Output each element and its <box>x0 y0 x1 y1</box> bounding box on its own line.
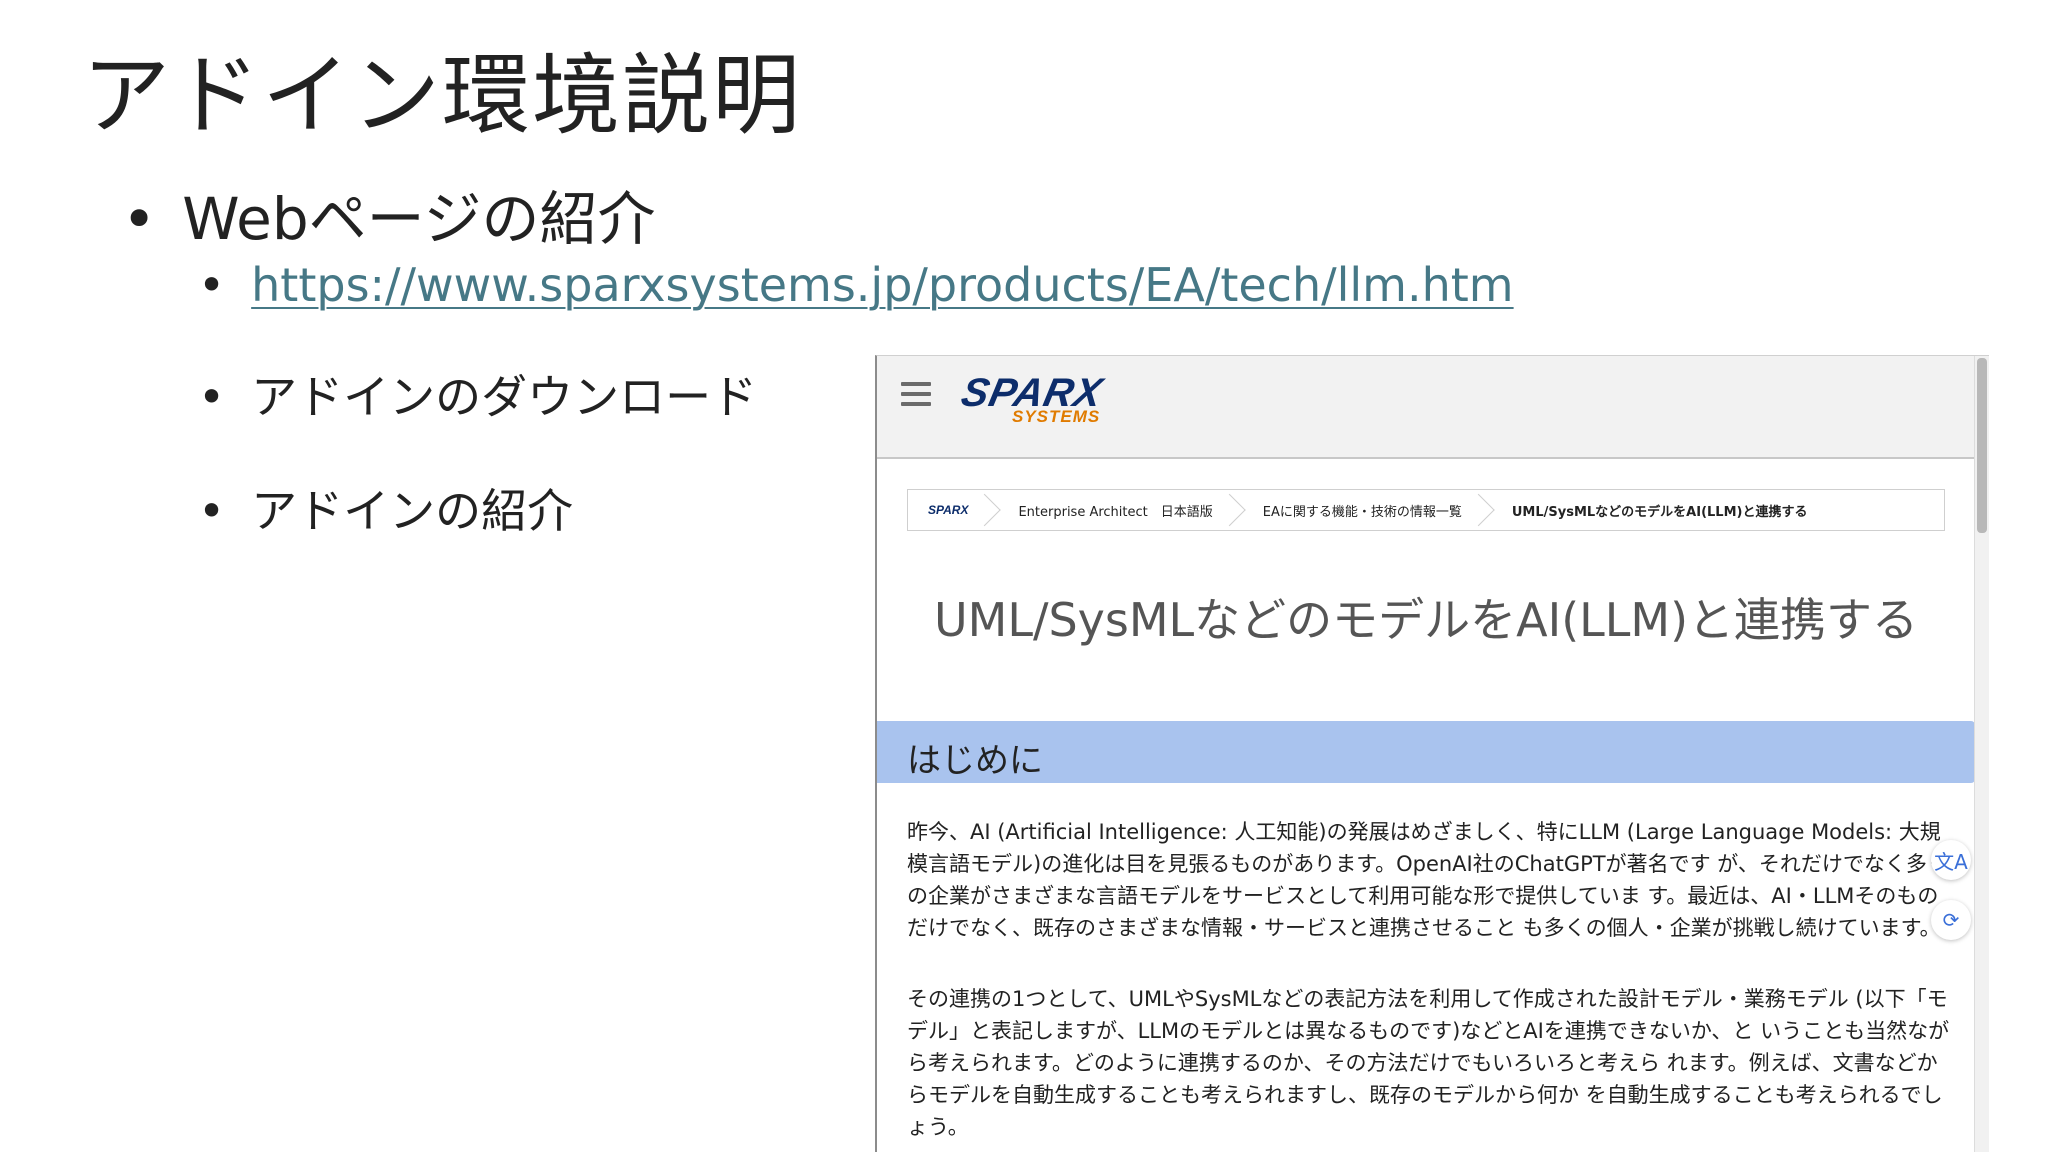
paragraph-1: 昨今、AI (Artificial Intelligence: 人工知能)の発展… <box>907 820 1948 940</box>
bullet-dot: • <box>122 185 157 253</box>
sparx-logo[interactable]: SPARX SYSTEMS <box>957 371 1172 431</box>
section-title: はじめに <box>907 741 1043 781</box>
breadcrumb-item-home[interactable]: SPARX <box>908 490 998 530</box>
breadcrumb: SPARX Enterprise Architect 日本語版 EAに関する機能… <box>907 489 1945 531</box>
breadcrumb-item-ea[interactable]: Enterprise Architect 日本語版 <box>998 490 1242 530</box>
webpage-screenshot: SPARX SYSTEMS SPARX Enterprise Architect… <box>875 355 1989 1152</box>
bullet-webpage-intro: • Webページの紹介 <box>122 185 656 253</box>
bullet-dot: • <box>198 484 226 538</box>
page-scrollbar[interactable] <box>1974 356 1989 1152</box>
section-header: はじめに <box>877 721 1975 783</box>
assistant-icon[interactable]: ⟳ <box>1931 900 1971 940</box>
breadcrumb-item-tech-list[interactable]: EAに関する機能・技術の情報一覧 <box>1243 490 1492 530</box>
translate-icon[interactable]: 文A <box>1931 840 1971 880</box>
webpage-link[interactable]: https://www.sparxsystems.jp/products/EA/… <box>251 258 1513 312</box>
hamburger-menu-icon[interactable] <box>901 382 931 412</box>
logo-sub-text: SYSTEMS <box>1012 407 1101 426</box>
bullet-addin-intro: • アドインの紹介 <box>198 486 573 537</box>
bullet-addin-download-text: アドインのダウンロード <box>251 370 758 424</box>
bullet-link: • https://www.sparxsystems.jp/products/EA… <box>198 260 1514 311</box>
bullet-webpage-intro-text: Webページの紹介 <box>182 185 656 253</box>
site-header: SPARX SYSTEMS <box>877 356 1975 459</box>
bullet-dot: • <box>198 370 226 424</box>
bullet-addin-intro-text: アドインの紹介 <box>251 484 574 538</box>
slide-title: アドイン環境説明 <box>82 44 803 147</box>
breadcrumb-logo: SPARX <box>928 503 969 517</box>
page-heading: UML/SysMLなどのモデルをAI(LLM)と連携する <box>933 593 1919 647</box>
scrollbar-thumb[interactable] <box>1977 358 1987 533</box>
paragraph-2: その連携の1つとして、UMLやSysMLなどの表記方法を利用して作成された設計モ… <box>907 987 1950 1139</box>
breadcrumb-item-current: UML/SysMLなどのモデルをAI(LLM)と連携する <box>1511 504 1808 520</box>
bullet-dot: • <box>198 258 226 312</box>
bullet-addin-download: • アドインのダウンロード <box>198 372 757 423</box>
